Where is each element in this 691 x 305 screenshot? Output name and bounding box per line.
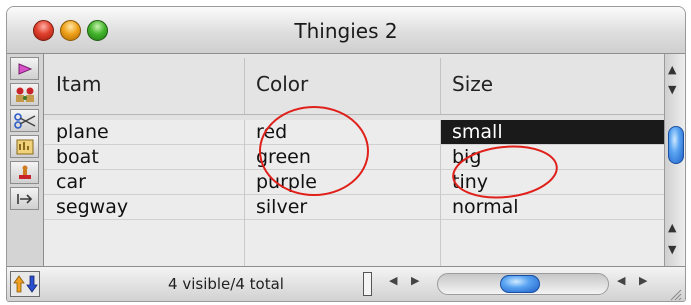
record-count-status: 4 visible/4 total — [168, 275, 284, 293]
column-header-size[interactable]: Size — [440, 54, 664, 114]
column-divider — [244, 120, 245, 266]
stamp-icon[interactable] — [10, 161, 39, 184]
cell-color[interactable]: red — [244, 120, 440, 144]
scroll-up-arrow-icon[interactable]: ▲ — [668, 222, 676, 234]
cell-color[interactable]: silver — [244, 195, 440, 219]
status-bar: 4 visible/4 total ◀ ▶ ◀ ▶ — [7, 266, 685, 301]
horizontal-scrollbar[interactable] — [437, 273, 609, 295]
column-header-color[interactable]: Color — [244, 54, 440, 114]
scroll-left-arrow-icon[interactable]: ◀ — [617, 274, 625, 287]
sort-button[interactable] — [10, 271, 40, 297]
column-divider — [440, 120, 441, 266]
sort-up-arrow-icon — [12, 275, 25, 293]
pink-arrow-icon[interactable] — [10, 57, 39, 80]
cell-item[interactable]: segway — [44, 195, 244, 219]
cell-color[interactable]: green — [244, 145, 440, 169]
table-row[interactable]: car purple tiny — [44, 170, 664, 195]
vertical-scroll-thumb[interactable] — [668, 126, 684, 164]
data-sheet: plane red small boat green big car purpl… — [44, 120, 664, 266]
cell-item[interactable]: car — [44, 170, 244, 194]
database-window: Thingies 2 Itam Color Size plane red sma… — [6, 6, 686, 302]
resize-grip-icon[interactable] — [668, 287, 682, 301]
scroll-up-arrow-icon[interactable]: ▲ — [668, 64, 676, 76]
cell-item[interactable]: plane — [44, 120, 244, 144]
scroll-down-arrow-icon[interactable]: ▼ — [668, 84, 676, 96]
table-row[interactable]: boat green big — [44, 145, 664, 170]
chart-icon[interactable] — [10, 135, 39, 158]
right-arrow-icon[interactable] — [10, 187, 39, 210]
horizontal-scroll-thumb[interactable] — [500, 275, 540, 293]
cell-size[interactable]: tiny — [440, 170, 664, 194]
sort-down-arrow-icon — [25, 275, 38, 293]
scissors-icon[interactable] — [10, 109, 39, 132]
scroll-left-arrow-icon[interactable]: ◀ — [389, 274, 397, 287]
scroll-right-arrow-icon[interactable]: ▶ — [411, 274, 419, 287]
window-title: Thingies 2 — [294, 19, 398, 43]
column-header: Itam Color Size — [44, 54, 664, 115]
scroll-split-handle[interactable] — [363, 272, 372, 296]
tool-palette — [7, 54, 44, 266]
column-header-item[interactable]: Itam — [44, 54, 244, 114]
people-icon[interactable] — [10, 83, 39, 106]
cell-size[interactable]: normal — [440, 195, 664, 219]
vertical-scrollbar[interactable]: ▲ ▼ ▲ ▼ — [664, 54, 685, 266]
scroll-down-arrow-icon[interactable]: ▼ — [668, 244, 676, 256]
scroll-right-arrow-icon[interactable]: ▶ — [639, 274, 647, 287]
table-row[interactable]: segway silver normal — [44, 195, 664, 220]
cell-size-selected[interactable]: small — [440, 120, 664, 144]
cell-size[interactable]: big — [440, 145, 664, 169]
title-bar[interactable]: Thingies 2 — [7, 7, 685, 54]
cell-item[interactable]: boat — [44, 145, 244, 169]
cell-color[interactable]: purple — [244, 170, 440, 194]
table-row[interactable]: plane red small — [44, 120, 664, 145]
